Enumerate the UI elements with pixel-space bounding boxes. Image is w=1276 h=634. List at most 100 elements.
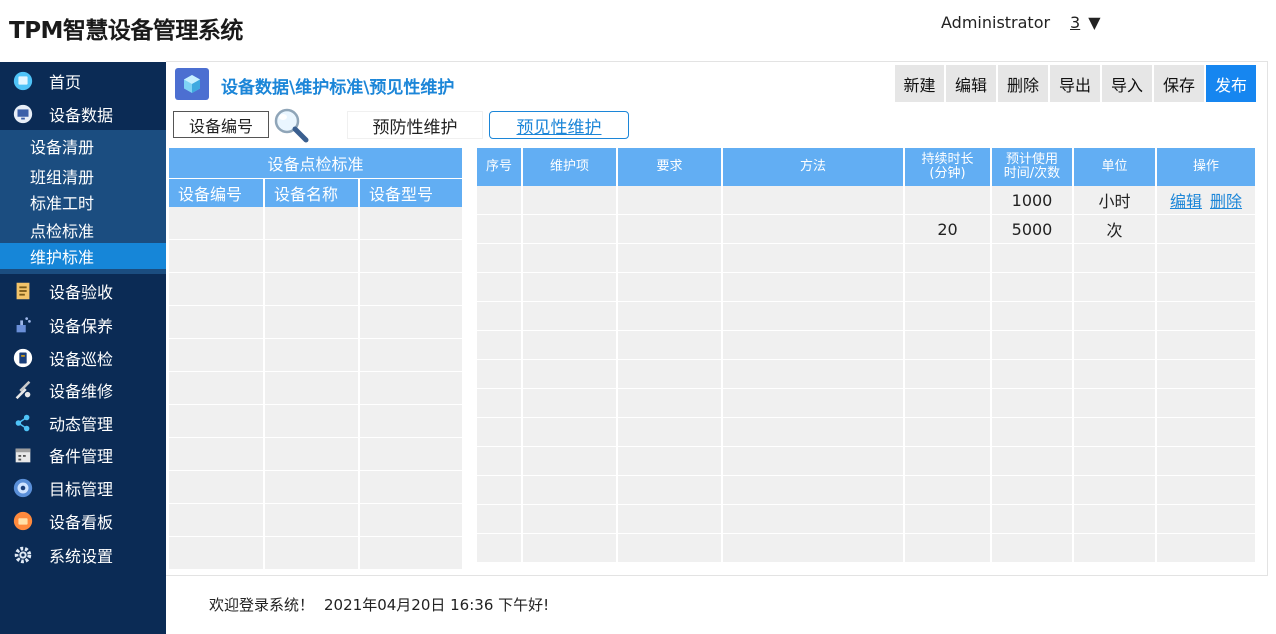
- table-row[interactable]: [169, 537, 462, 570]
- table-row[interactable]: [477, 360, 1255, 389]
- import-button[interactable]: 导入: [1102, 65, 1152, 102]
- search-icon[interactable]: [271, 106, 311, 146]
- table-cell: [618, 215, 723, 244]
- sidebar-item-acceptance[interactable]: 设备验收: [0, 274, 166, 307]
- table-cell: [1157, 273, 1255, 302]
- table-row[interactable]: [477, 534, 1255, 563]
- table-row[interactable]: [477, 331, 1255, 360]
- notification-count[interactable]: 3: [1070, 13, 1080, 32]
- sidebar-item-repair[interactable]: 设备维修: [0, 373, 166, 406]
- column-header[interactable]: 设备编号: [169, 179, 265, 207]
- table-cell: [169, 372, 265, 405]
- edit-button[interactable]: 编辑: [946, 65, 996, 102]
- table-cell: [477, 389, 523, 418]
- table-row[interactable]: [477, 505, 1255, 534]
- table-row[interactable]: [477, 389, 1255, 418]
- table-cell: [1157, 215, 1255, 244]
- table-cell: 20: [905, 215, 992, 244]
- table-cell: [265, 372, 360, 405]
- column-header[interactable]: 持续时长 (分钟): [905, 148, 992, 186]
- sidebar-item-dashboard[interactable]: 设备看板: [0, 504, 166, 537]
- delete-link[interactable]: 删除: [1210, 188, 1242, 212]
- table-cell: [723, 389, 905, 418]
- table-cell: [477, 360, 523, 389]
- table-row[interactable]: [169, 273, 462, 306]
- device-number-field[interactable]: 设备编号: [173, 111, 269, 138]
- table-row[interactable]: [477, 476, 1255, 505]
- sidebar-item-spare-parts[interactable]: 备件管理: [0, 438, 166, 471]
- sidebar-item-inspection[interactable]: 设备巡检: [0, 341, 166, 374]
- table-row[interactable]: [169, 372, 462, 405]
- sidebar-item-maintenance[interactable]: 设备保养: [0, 308, 166, 341]
- table-row[interactable]: [169, 438, 462, 471]
- table-row[interactable]: [477, 244, 1255, 273]
- table-cell: [618, 273, 723, 302]
- column-header[interactable]: 维护项: [523, 148, 618, 186]
- column-header[interactable]: 单位: [1074, 148, 1157, 186]
- submenu-item-device-register[interactable]: 设备清册: [0, 133, 166, 159]
- sidebar-item-dynamics[interactable]: 动态管理: [0, 406, 166, 439]
- new-button[interactable]: 新建: [895, 65, 944, 102]
- column-header[interactable]: 方法: [723, 148, 905, 186]
- export-button[interactable]: 导出: [1050, 65, 1100, 102]
- datetime-greeting: 2021年04月20日 16:36 下午好!: [324, 596, 550, 614]
- column-header[interactable]: 序号: [477, 148, 523, 186]
- sidebar-item-home[interactable]: 首页: [0, 64, 166, 97]
- table-row[interactable]: [477, 302, 1255, 331]
- column-header[interactable]: 预计使用 时间/次数: [992, 148, 1074, 186]
- table-cell: [523, 244, 618, 273]
- table-cell: [169, 504, 265, 537]
- column-header[interactable]: 操作: [1157, 148, 1255, 186]
- sidebar-item-device-data[interactable]: 设备数据: [0, 97, 166, 130]
- table-cell: [1157, 505, 1255, 534]
- table-header: 序号 维护项 要求 方法 持续时长 (分钟) 预计使用 时间/次数 单位 操作: [477, 148, 1255, 186]
- edit-link[interactable]: 编辑: [1170, 188, 1202, 212]
- table-row[interactable]: [169, 504, 462, 537]
- monitor-icon: [11, 102, 35, 126]
- table-row[interactable]: [477, 273, 1255, 302]
- sidebar-item-settings[interactable]: 系统设置: [0, 538, 166, 571]
- table-row[interactable]: [169, 405, 462, 438]
- table-cell: [618, 418, 723, 447]
- table-cell: [265, 504, 360, 537]
- submenu-item-maintenance-standard[interactable]: 维护标准: [0, 243, 166, 269]
- submenu-device-data: 设备清册 班组清册 标准工时 点检标准 维护标准: [0, 130, 166, 274]
- notification-menu[interactable]: 3 ▼: [1070, 13, 1101, 32]
- sidebar-item-goals[interactable]: 目标管理: [0, 471, 166, 504]
- table-cell: [992, 389, 1074, 418]
- dashboard-icon: [11, 509, 35, 533]
- table-row[interactable]: [477, 447, 1255, 476]
- table-row[interactable]: [169, 240, 462, 273]
- table-row[interactable]: 20 5000 次: [477, 215, 1255, 244]
- table-cell: [360, 372, 462, 405]
- table-cell: [265, 306, 360, 339]
- table-cell: [618, 360, 723, 389]
- table-row[interactable]: [169, 471, 462, 504]
- chevron-down-icon[interactable]: ▼: [1088, 13, 1100, 32]
- tab-preventive-maintenance[interactable]: 预防性维护: [347, 111, 483, 139]
- table-row[interactable]: [169, 306, 462, 339]
- table-row[interactable]: [169, 207, 462, 240]
- table-cell: [1074, 534, 1157, 563]
- cube-icon: [175, 68, 209, 100]
- table-row[interactable]: [477, 418, 1255, 447]
- publish-button[interactable]: 发布: [1206, 65, 1256, 102]
- column-header[interactable]: 要求: [618, 148, 723, 186]
- table-row[interactable]: [169, 339, 462, 372]
- spray-icon: [11, 313, 35, 337]
- table-cell: [1074, 418, 1157, 447]
- table-cell: [618, 505, 723, 534]
- table-cell: [523, 302, 618, 331]
- delete-button[interactable]: 删除: [998, 65, 1048, 102]
- save-button[interactable]: 保存: [1154, 65, 1204, 102]
- table-cell: [523, 476, 618, 505]
- submenu-item-team-register[interactable]: 班组清册: [0, 163, 166, 189]
- submenu-item-inspection-standard[interactable]: 点检标准: [0, 217, 166, 243]
- user-name[interactable]: Administrator: [941, 13, 1050, 32]
- tab-predictive-maintenance[interactable]: 预见性维护: [489, 111, 629, 139]
- table-row[interactable]: 1000 小时 编辑 删除: [477, 186, 1255, 215]
- column-header[interactable]: 设备型号: [360, 179, 462, 207]
- submenu-item-standard-hours[interactable]: 标准工时: [0, 189, 166, 215]
- column-header[interactable]: 设备名称: [265, 179, 360, 207]
- sidebar-item-label: 设备维修: [49, 381, 114, 401]
